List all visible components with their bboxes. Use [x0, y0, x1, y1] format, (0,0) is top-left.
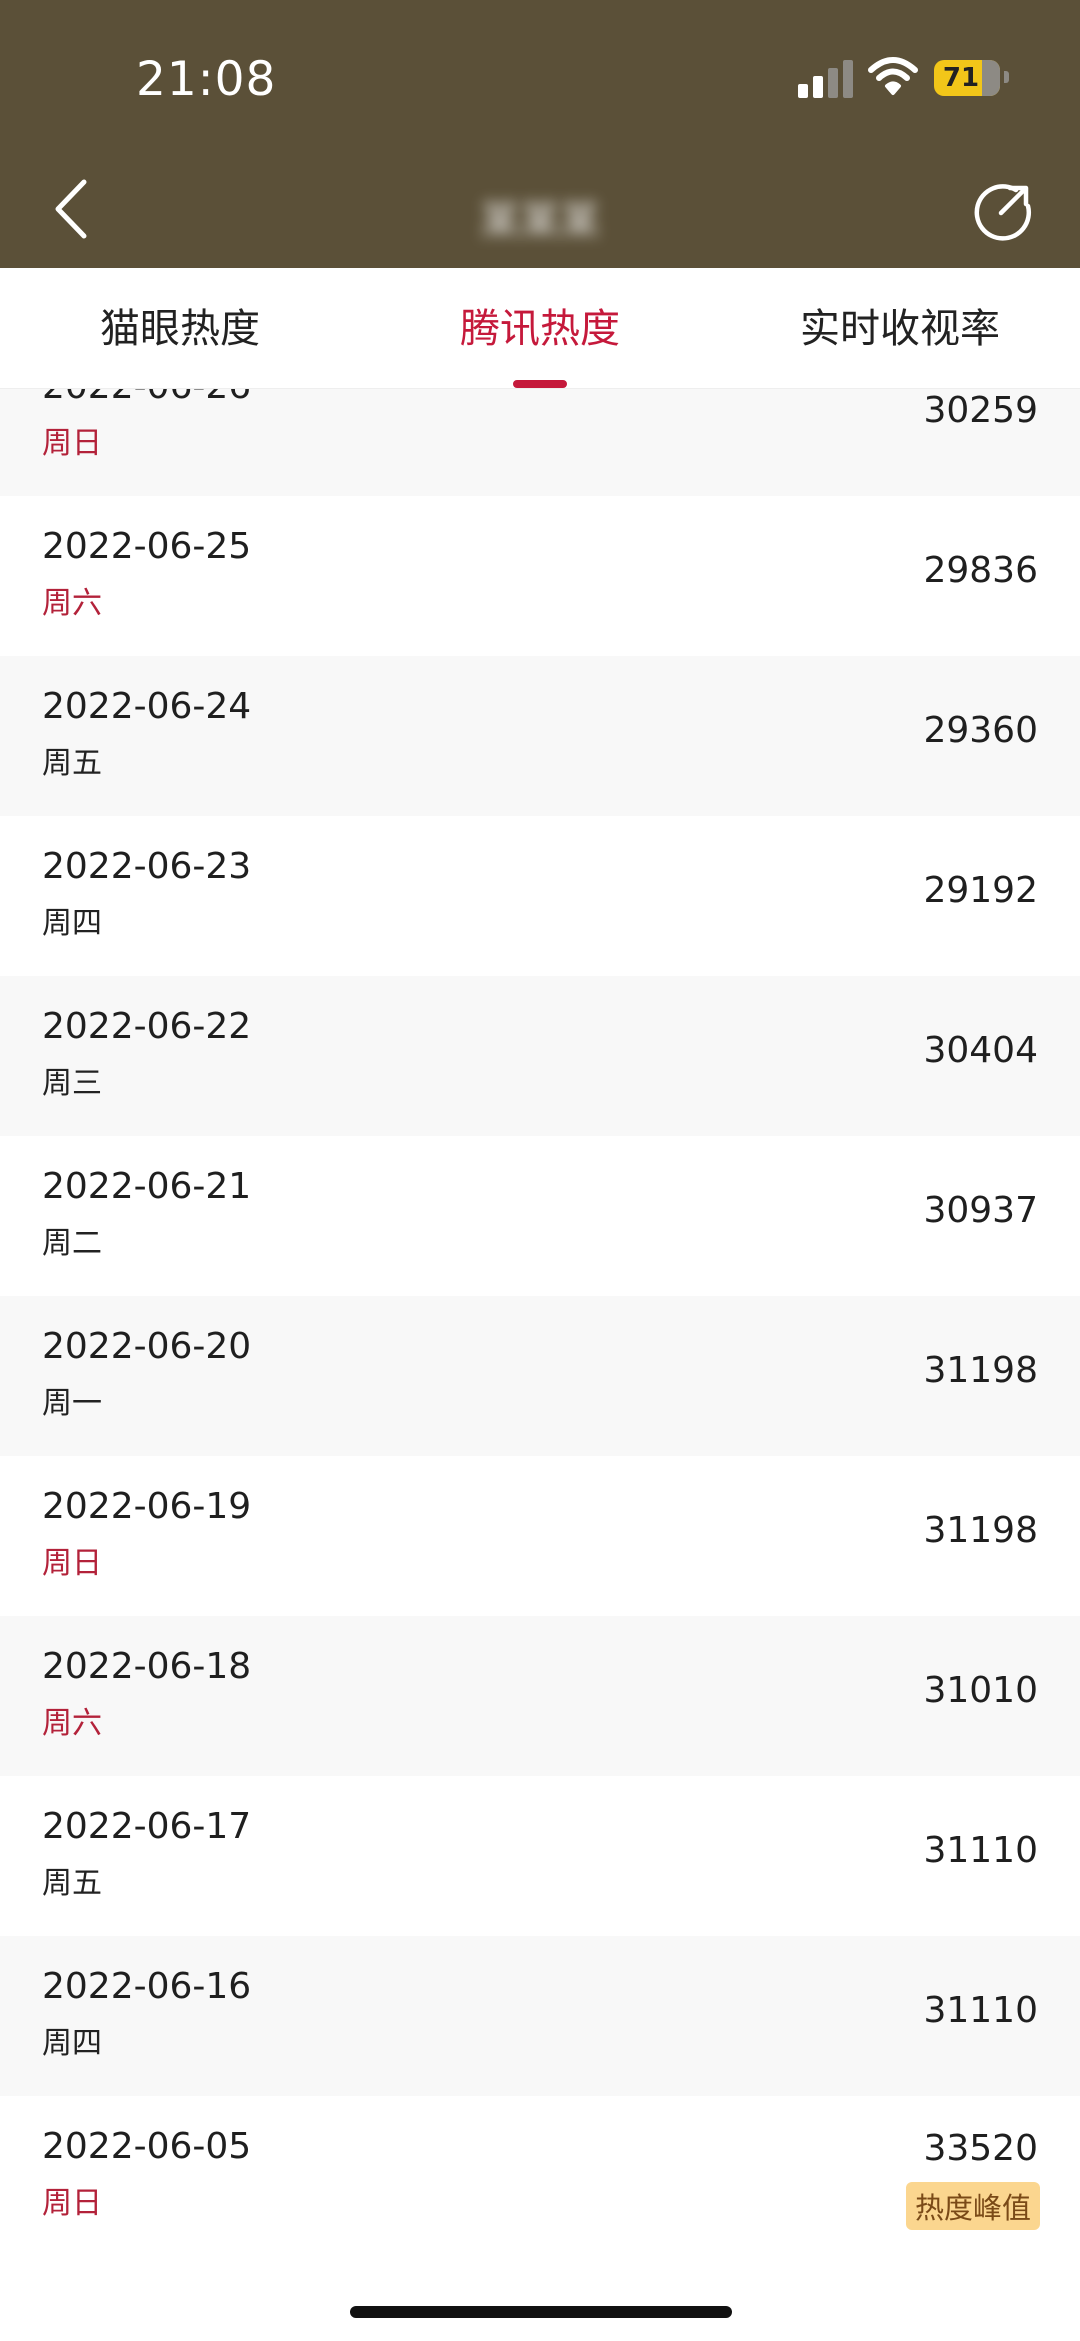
battery-cap [1004, 71, 1009, 83]
status-time: 21:08 [136, 52, 277, 107]
list-item: 2022-06-24 周五 29360 [0, 656, 1080, 816]
row-heat-value: 33520 [923, 2128, 1038, 2169]
row-heat-value: 29192 [923, 870, 1038, 911]
row-weekday: 周日 [42, 2186, 102, 2221]
row-date: 2022-06-19 [42, 1486, 252, 1527]
row-date: 2022-06-18 [42, 1646, 252, 1687]
row-heat-value: 30937 [923, 1190, 1038, 1231]
tab-maoyan-heat[interactable]: 猫眼热度 [0, 296, 360, 354]
cellular-signal-icon [798, 58, 854, 98]
list-item: 2022-06-18 周六 31010 [0, 1616, 1080, 1776]
row-date: 2022-06-16 [42, 1966, 252, 2007]
row-weekday: 周五 [42, 1866, 102, 1901]
row-date: 2022-06-21 [42, 1166, 252, 1207]
page-title: 某某某 [480, 198, 600, 244]
row-weekday: 周四 [42, 2026, 102, 2061]
row-date: 2022-06-20 [42, 1326, 252, 1367]
share-icon[interactable] [972, 180, 1034, 242]
row-heat-value: 30259 [923, 390, 1038, 431]
row-heat-value: 29360 [923, 710, 1038, 751]
row-weekday: 周日 [42, 426, 102, 461]
row-weekday: 周五 [42, 746, 102, 781]
row-heat-value: 30404 [923, 1030, 1038, 1071]
row-date: 2022-06-24 [42, 686, 252, 727]
row-heat-value: 31010 [923, 1670, 1038, 1711]
list-item: 2022-06-25 周六 29836 [0, 496, 1080, 656]
home-indicator[interactable] [350, 2306, 732, 2318]
row-weekday: 周三 [42, 1066, 102, 1101]
row-weekday: 周六 [42, 1706, 102, 1741]
row-date: 2022-06-05 [42, 2126, 252, 2167]
list-item: 2022-06-21 周二 30937 [0, 1136, 1080, 1296]
list-item: 2022-06-20 周一 31198 [0, 1296, 1080, 1456]
list-item: 2022-06-19 周日 31198 [0, 1456, 1080, 1616]
list-item: 2022-06-23 周四 29192 [0, 816, 1080, 976]
app-header: 21:08 71 某某某 [0, 0, 1080, 268]
row-date: 2022-06-25 [42, 526, 252, 567]
wifi-icon [868, 57, 918, 95]
row-weekday: 周二 [42, 1226, 102, 1261]
row-heat-value: 31198 [923, 1350, 1038, 1391]
row-date: 2022-06-22 [42, 1006, 252, 1047]
row-heat-value: 29836 [923, 550, 1038, 591]
tab-realtime-rating[interactable]: 实时收视率 [720, 296, 1080, 354]
list-item: 2022-06-22 周三 30404 [0, 976, 1080, 1136]
row-weekday: 周六 [42, 586, 102, 621]
battery-icon: 71 [934, 60, 1000, 96]
active-tab-indicator [513, 380, 567, 388]
row-heat-value: 31198 [923, 1510, 1038, 1551]
tab-bar: 猫眼热度 腾讯热度 实时收视率 [0, 268, 1080, 389]
row-weekday: 周日 [42, 1546, 102, 1581]
list-item: 2022-06-16 周四 31110 [0, 1936, 1080, 2096]
list-item: 2022-06-17 周五 31110 [0, 1776, 1080, 1936]
battery-level: 71 [942, 63, 980, 93]
heat-list: 2022-06-26周日302592022-06-25周六298362022-0… [0, 336, 1080, 2256]
row-weekday: 周一 [42, 1386, 102, 1421]
chevron-left-icon[interactable] [52, 178, 92, 240]
tab-tencent-heat[interactable]: 腾讯热度 [360, 296, 720, 354]
list-item: 2022-06-05 周日 33520 热度峰值 [0, 2096, 1080, 2256]
peak-badge: 热度峰值 [905, 2182, 1040, 2230]
row-heat-value: 31110 [923, 1830, 1038, 1871]
row-weekday: 周四 [42, 906, 102, 941]
row-heat-value: 31110 [923, 1990, 1038, 2031]
row-date: 2022-06-23 [42, 846, 252, 887]
row-date: 2022-06-17 [42, 1806, 252, 1847]
